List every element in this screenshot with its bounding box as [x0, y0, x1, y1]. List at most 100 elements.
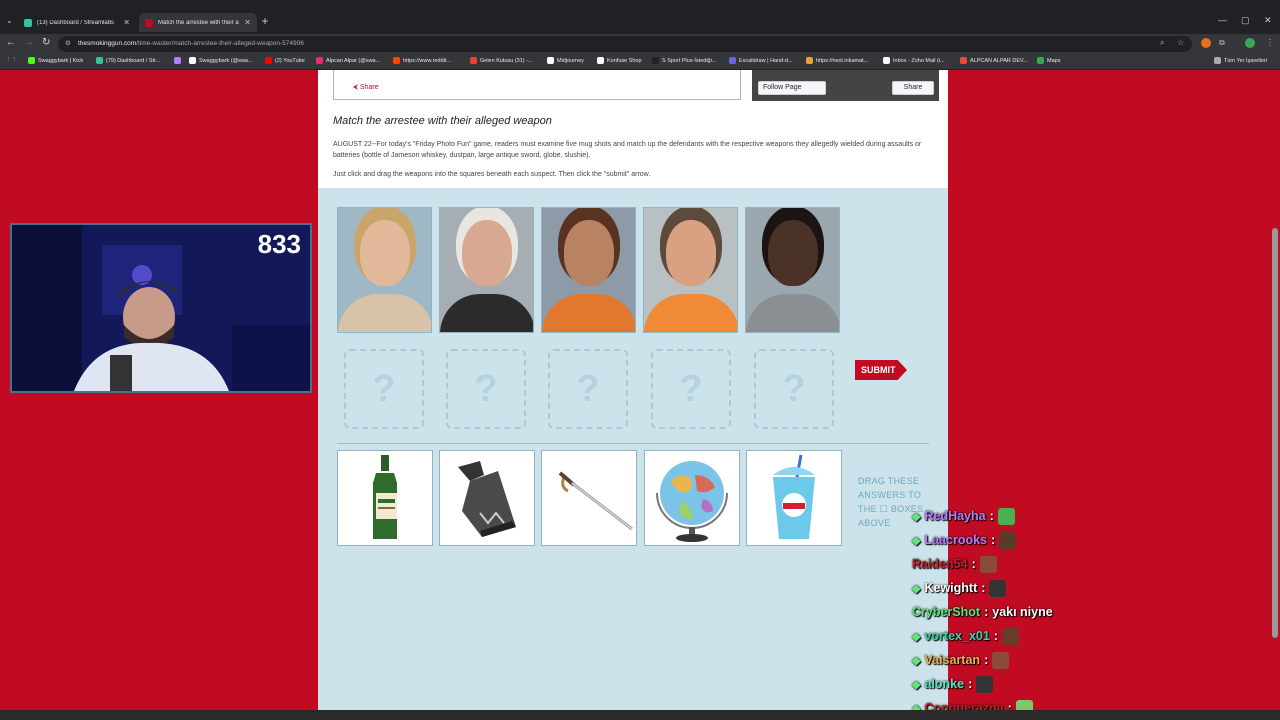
badge-icon: ◆: [912, 654, 921, 667]
maximize-icon[interactable]: ▢: [1241, 15, 1250, 26]
mugshot-1: [337, 207, 432, 333]
site-info-icon[interactable]: ⚙: [65, 36, 71, 52]
slushie-icon: [773, 454, 815, 539]
game-page: ⮜ Share Follow Page Share Match the arre…: [318, 70, 948, 710]
smoking-gun-favicon: [145, 18, 153, 27]
whiskey-bottle-icon: [373, 455, 397, 539]
emote-icon: [989, 579, 1007, 597]
all-bookmarks-folder[interactable]: Tüm Yer İşaretleri: [1214, 57, 1267, 64]
extension-icon[interactable]: [1201, 38, 1211, 48]
drop-slot-3[interactable]: ?: [548, 349, 628, 429]
page-title: Match the arrestee with their alleged we…: [333, 115, 552, 127]
submit-button[interactable]: SUBMIT: [855, 360, 907, 380]
chat-message: ◆ vortex_x01:: [912, 624, 1112, 648]
fb-share-button[interactable]: Share: [892, 81, 934, 95]
badge-icon: ◆: [912, 582, 921, 595]
weapon-slushie[interactable]: [746, 450, 842, 546]
chat-message: ◆ Laacrooks:: [912, 528, 1112, 552]
browser-tab-bar: ⌄ (13) Dashboard / Streamlabs ✕ Match th…: [0, 0, 1280, 34]
emote-icon: [976, 675, 994, 693]
bookmark-item[interactable]: (79) Dashboard / Str...: [96, 57, 160, 64]
bookmark-star-icon[interactable]: ☆: [1177, 38, 1184, 47]
drop-slot-4[interactable]: ?: [651, 349, 731, 429]
sword-icon: [558, 471, 633, 531]
weapon-antique-sword[interactable]: [541, 450, 637, 546]
bookmark-item[interactable]: https://next.inkamat...: [806, 57, 868, 64]
chat-username: Kewightt: [924, 581, 978, 595]
chat-username: Vaisartan: [924, 653, 981, 667]
divider: [337, 443, 929, 444]
chat-username: alonke: [924, 677, 965, 691]
bookmark-item[interactable]: Swaggybark | Kick: [28, 57, 83, 64]
chat-username: Laacrooks: [924, 533, 987, 547]
drop-slot-1[interactable]: ?: [344, 349, 424, 429]
drop-slot-2[interactable]: ?: [446, 349, 526, 429]
chat-text: yakı niyne: [992, 605, 1053, 619]
bookmark-item[interactable]: Inbox - Zoho Mail (i...: [883, 57, 945, 64]
weapon-jameson-bottle[interactable]: [337, 450, 433, 546]
bookmark-item[interactable]: Konfuse Shop: [597, 57, 642, 64]
social-share-box: ⮜ Share: [333, 70, 741, 100]
article-intro: AUGUST 22--For today's "Friday Photo Fun…: [333, 141, 922, 159]
bookmark-item[interactable]: (2) YouTube: [265, 57, 305, 64]
chat-username: Raiden54: [912, 557, 968, 571]
chat-username: RedHayha: [924, 509, 986, 523]
close-tab-icon[interactable]: ✕: [244, 18, 251, 27]
minimize-icon[interactable]: —: [1218, 15, 1227, 25]
drop-slot-5[interactable]: ?: [754, 349, 834, 429]
badge-icon: ◆: [912, 678, 921, 691]
apps-icon[interactable]: ⋮⋮: [6, 57, 17, 63]
zoom-icon[interactable]: ⌕: [1160, 38, 1164, 48]
close-tab-icon[interactable]: ✕: [123, 18, 130, 27]
back-icon[interactable]: ←: [6, 37, 16, 48]
mugshot-3: [541, 207, 636, 333]
page-scrollbar[interactable]: [1272, 228, 1278, 638]
emote-icon: [979, 555, 997, 573]
forward-icon[interactable]: →: [24, 37, 34, 48]
reload-icon[interactable]: ↻: [42, 37, 50, 48]
badge-icon: ◆: [912, 630, 921, 643]
tab-streamlabs[interactable]: (13) Dashboard / Streamlabs ✕: [18, 13, 136, 32]
chat-message: Raiden54:: [912, 552, 1112, 576]
weapon-globe[interactable]: [644, 450, 740, 546]
badge-icon: ◆: [912, 510, 921, 523]
extensions-icon[interactable]: ⧉: [1219, 38, 1225, 48]
bookmark-item[interactable]: Gelen Kutusu (31) -...: [470, 57, 533, 64]
bookmarks-bar: ⋮⋮ Swaggybark | Kick (79) Dashboard / St…: [0, 54, 1280, 70]
chat-username: CryberShot: [912, 605, 981, 619]
dustpan-icon: [458, 461, 516, 537]
fb-follow-button[interactable]: Follow Page: [758, 81, 826, 95]
mugshot-5: [745, 207, 840, 333]
article-header: ⮜ Share Follow Page Share Match the arre…: [318, 70, 948, 188]
menu-icon[interactable]: ⋮: [1266, 38, 1274, 47]
webcam-overlay: 833: [10, 223, 312, 393]
share-link[interactable]: ⮜ Share: [353, 84, 379, 92]
bookmark-item[interactable]: Midjourney: [547, 57, 584, 64]
bookmark-item[interactable]: Swaggybark (@swa...: [189, 57, 253, 64]
weapon-dustpan[interactable]: [439, 450, 535, 546]
bookmark-item[interactable]: [174, 57, 181, 64]
profile-avatar[interactable]: [1245, 38, 1255, 48]
bookmark-item[interactable]: ALPCAN ALPAR DEV...: [960, 57, 1028, 64]
mugshot-4: [643, 207, 738, 333]
bookmark-item[interactable]: Alpcan Alpar (@swa...: [316, 57, 380, 64]
chat-overlay: ◆ RedHayha: ◆ Laacrooks: Raiden54: ◆ Kewightt:…: [912, 504, 1112, 720]
globe-icon: [656, 461, 728, 542]
streamlabs-favicon: [24, 18, 32, 27]
bookmark-item[interactable]: S Sport Plus-İstediği...: [652, 57, 716, 64]
emote-icon: [997, 507, 1015, 525]
facebook-widget: Follow Page Share: [752, 70, 939, 101]
address-bar[interactable]: ⚙ thesmokinggun.com/time-waster/match-ar…: [58, 36, 1192, 52]
chat-message: ◆ RedHayha:: [912, 504, 1112, 528]
emote-icon: [999, 531, 1017, 549]
tab-search-icon[interactable]: ⌄: [6, 16, 13, 25]
badge-icon: ◆: [912, 534, 921, 547]
bookmark-item[interactable]: Maps: [1037, 57, 1060, 64]
new-tab-button[interactable]: +: [259, 15, 271, 27]
article-instructions: Just click and drag the weapons into the…: [333, 171, 651, 178]
mugshot-2: [439, 207, 534, 333]
bookmark-item[interactable]: Excalidraw | Hand-d...: [729, 57, 793, 64]
close-window-icon[interactable]: ✕: [1264, 15, 1272, 26]
tab-smoking-gun[interactable]: Match the arrestee with their a ✕: [139, 13, 257, 32]
bookmark-item[interactable]: https://www.reddit...: [393, 57, 451, 64]
